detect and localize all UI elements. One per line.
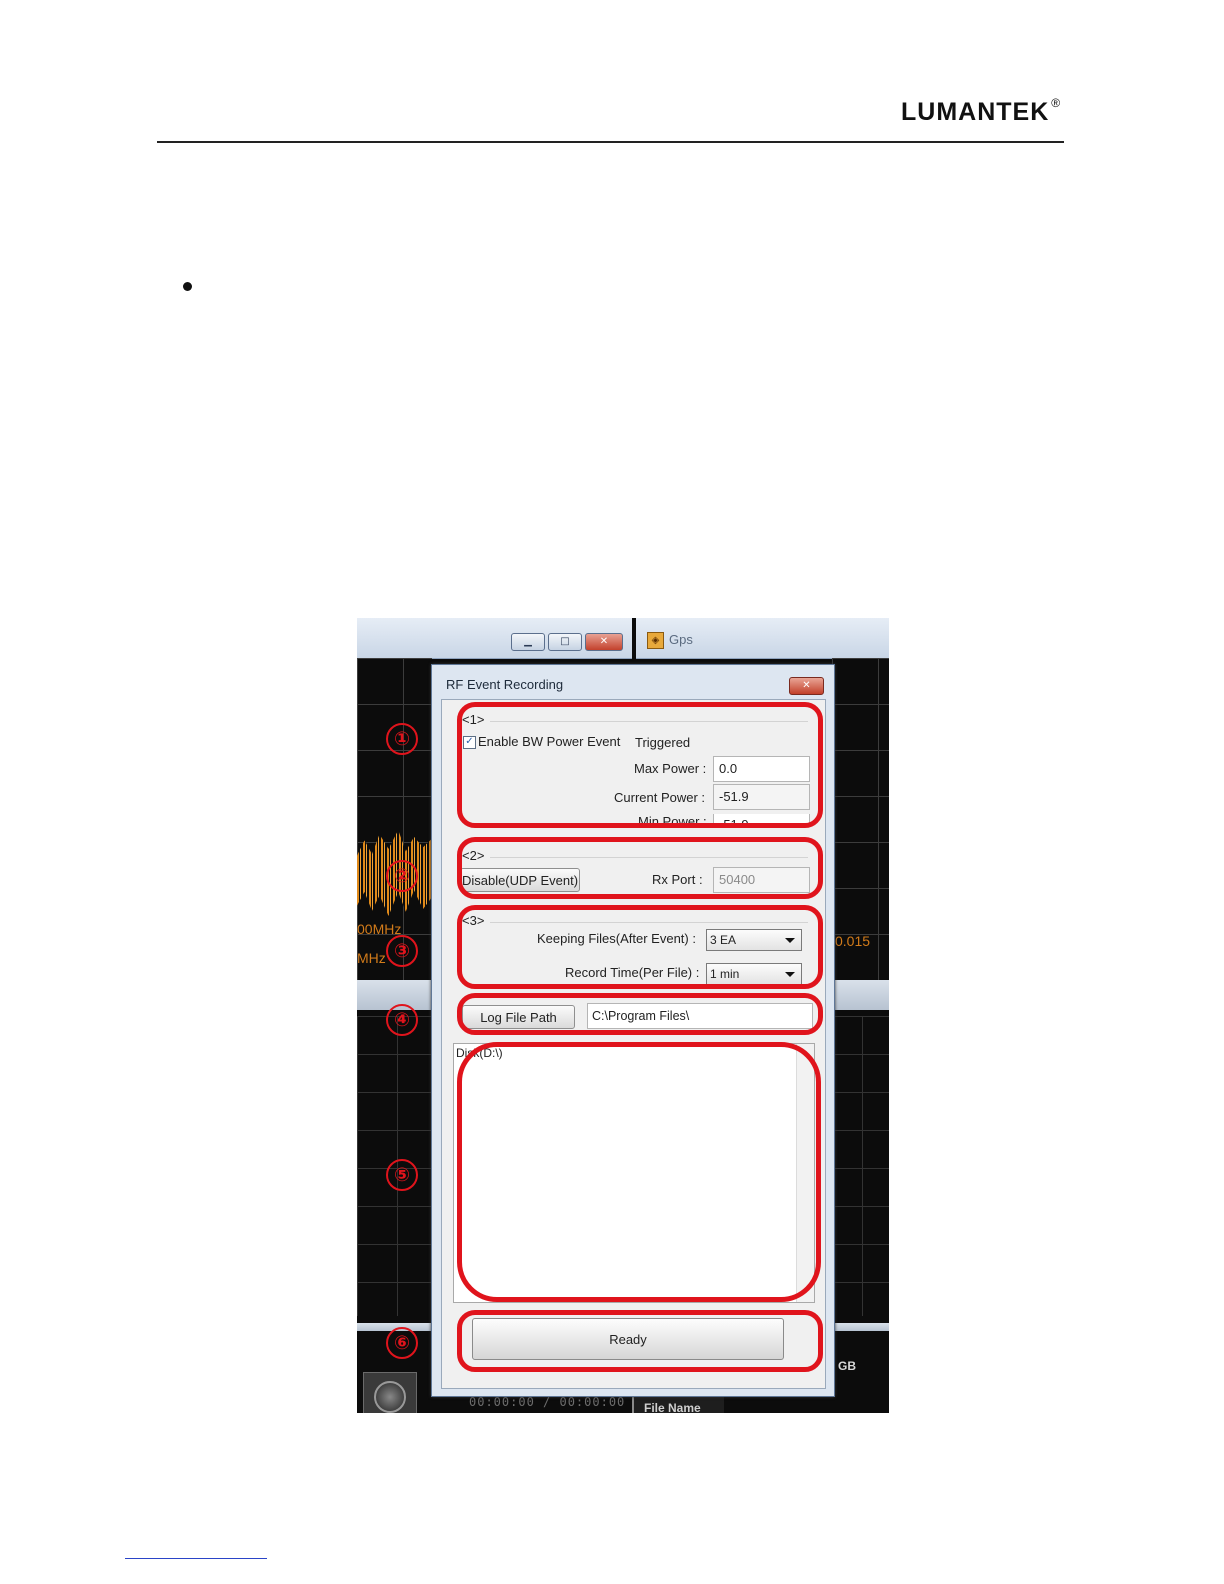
annotation-box-3 [457, 905, 823, 989]
dialog-close-icon[interactable]: ✕ [789, 677, 824, 695]
time-readout: 00:00:00 / 00:00:00 [469, 1395, 626, 1409]
freq-label-1: 00MHz [357, 921, 402, 937]
maximize-icon[interactable]: □ [548, 633, 582, 651]
waterfall-grid-right [832, 1016, 889, 1316]
footer-link-underline [125, 1558, 267, 1559]
annotation-number-4: ④ [386, 1004, 418, 1036]
gps-icon: ◈ [647, 632, 664, 649]
annotation-number-1: ① [386, 723, 418, 755]
software-screenshot: ▁ □ ✕ ◈ Gps 00MHz MHz 0.015 GB 00:00:00 … [357, 618, 889, 1413]
annotation-box-2 [457, 837, 823, 899]
gps-tab-label[interactable]: Gps [669, 632, 693, 647]
freq-label-2: MHz [357, 950, 386, 966]
close-icon[interactable]: ✕ [585, 633, 623, 651]
file-name-column: File Name [632, 1396, 724, 1413]
bullet-point [183, 282, 192, 291]
annotation-box-5 [457, 1042, 821, 1302]
annotation-box-1 [457, 702, 823, 828]
header-rule [157, 141, 1064, 143]
annotation-number-6: ⑥ [386, 1327, 418, 1359]
minimize-icon[interactable]: ▁ [511, 633, 545, 651]
annotation-number-5: ⑤ [386, 1159, 418, 1191]
dialog-title: RF Event Recording [446, 677, 564, 692]
registered-mark: ® [1051, 95, 1062, 110]
annotation-number-2: ② [386, 860, 418, 892]
stop-button[interactable] [363, 1372, 417, 1413]
file-name-header: File Name [644, 1401, 701, 1413]
panel-divider-bottom-right [832, 1323, 889, 1331]
value-label-right: 0.015 [835, 933, 871, 949]
lumantek-logo: LUMANTEK ® [901, 95, 1062, 127]
panel-divider-right [832, 980, 889, 1010]
stop-icon [374, 1381, 406, 1413]
background-window-titlebar: ▁ □ ✕ [357, 618, 632, 659]
logo-text: LUMANTEK [901, 98, 1050, 126]
storage-unit-label: GB [838, 1359, 856, 1373]
annotation-number-3: ③ [386, 935, 418, 967]
annotation-box-6 [457, 1310, 823, 1372]
annotation-box-4 [457, 993, 823, 1035]
